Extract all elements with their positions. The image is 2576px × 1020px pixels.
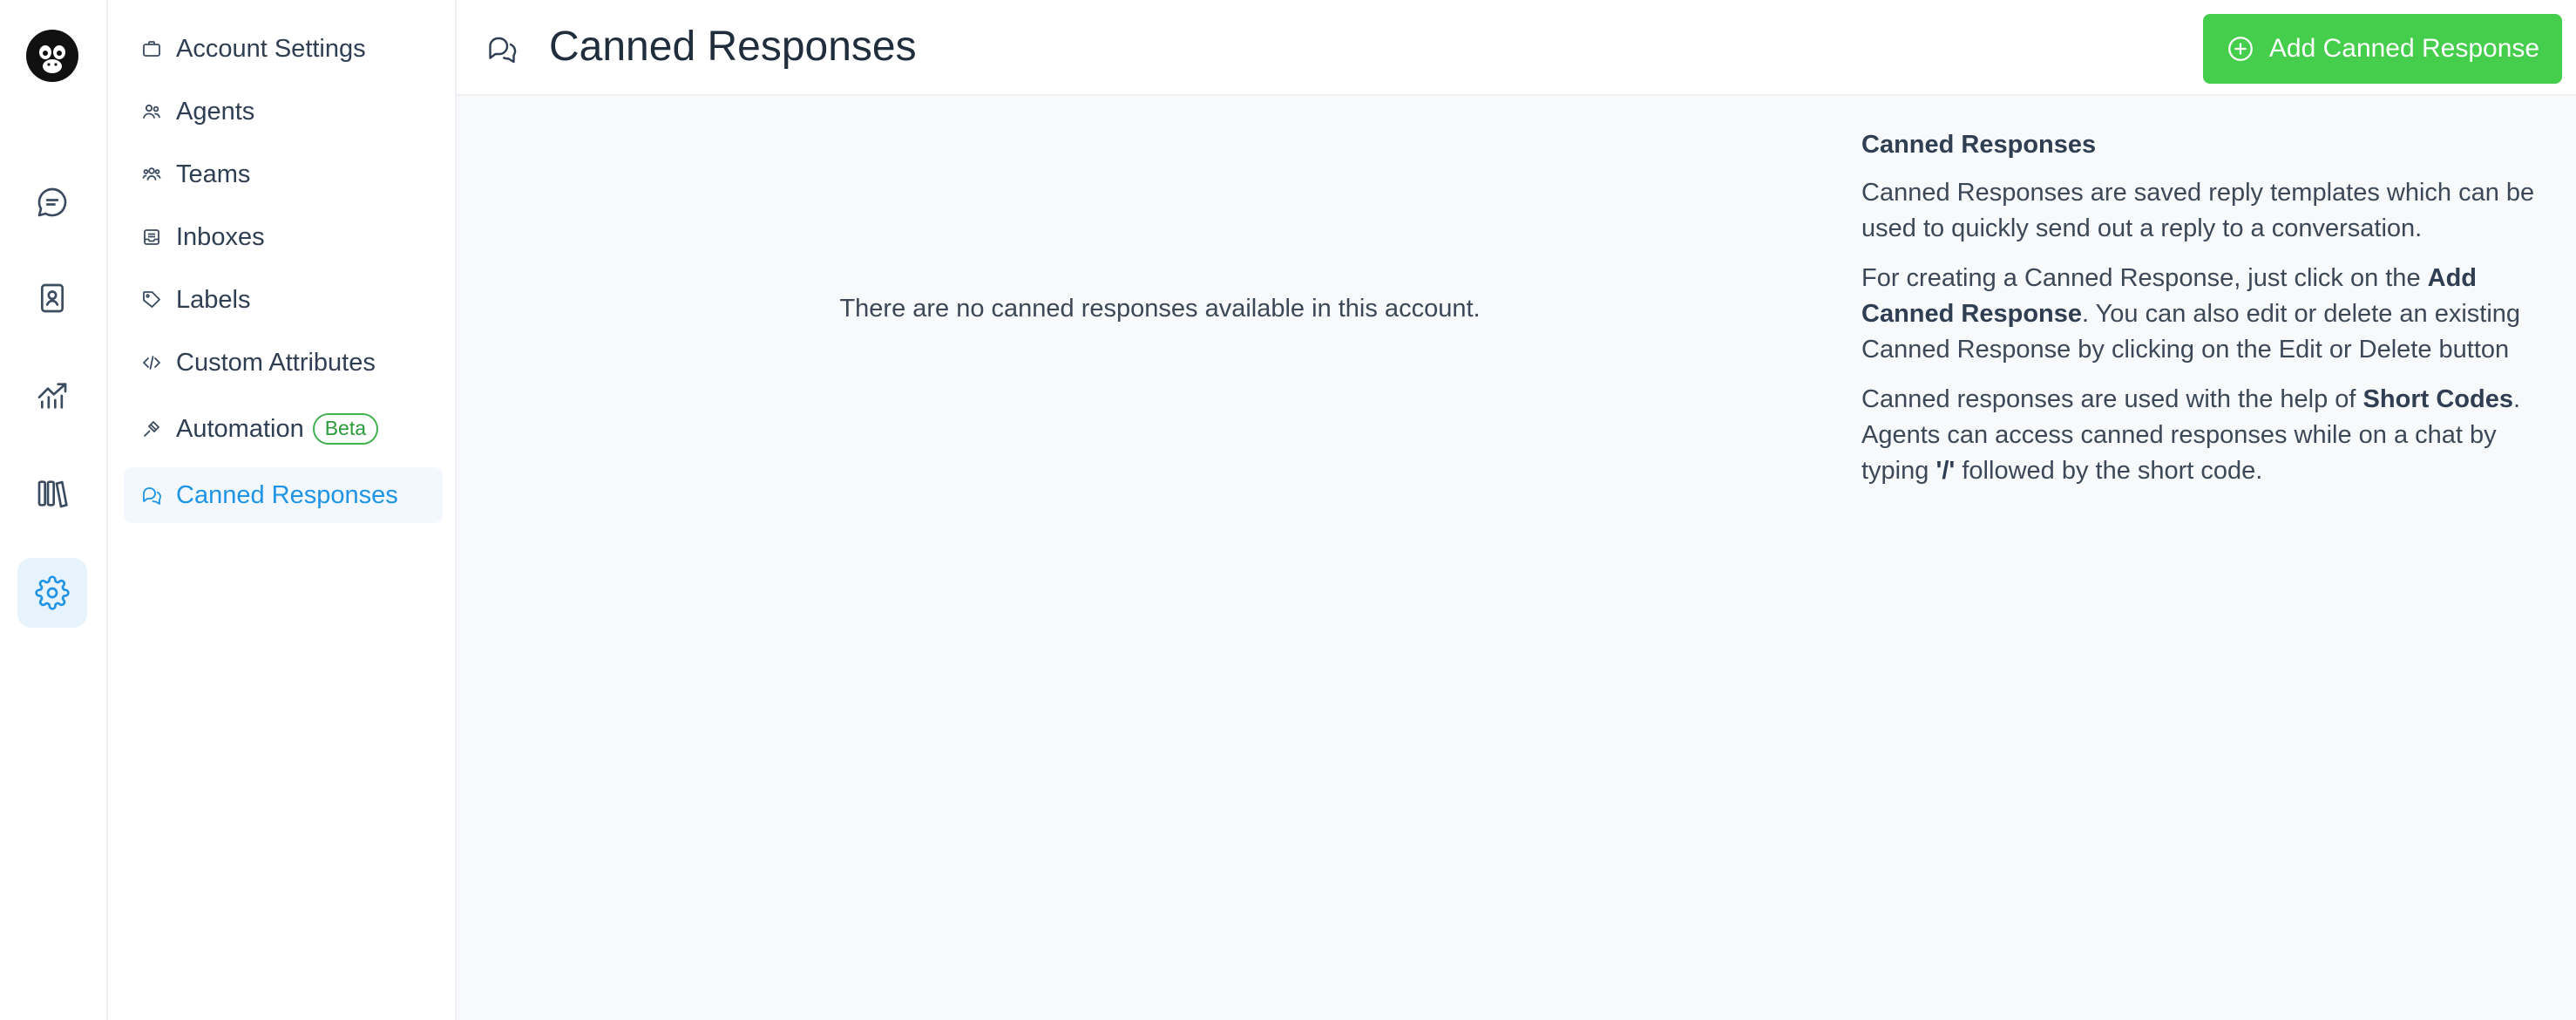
sidebar-item-custom-attributes[interactable]: Custom Attributes [124,335,443,391]
sidebar-item-label: Custom Attributes [176,348,376,377]
primary-nav-rail [0,0,108,1020]
sidebar-item-agents[interactable]: Agents [124,84,443,139]
help-text: For creating a Canned Response, just cli… [1861,264,2428,292]
page-title: Canned Responses [549,24,917,70]
sidebar-item-inboxes[interactable]: Inboxes [124,209,443,265]
sidebar-item-labels[interactable]: Labels [124,272,443,328]
people-icon [141,100,164,123]
conversations-icon[interactable] [17,167,87,237]
library-icon[interactable] [17,459,87,528]
briefcase-icon [141,37,164,60]
add-button-label: Add Canned Response [2268,34,2540,63]
plus-circle-icon [2227,37,2253,61]
chat-bubbles-icon [141,484,164,507]
help-title: Canned Responses [1861,131,2097,159]
empty-state-message: There are no canned responses available … [839,295,1481,323]
logo-icon[interactable] [26,30,78,82]
team-icon [141,163,164,186]
help-text: followed by the short code. [1955,457,2263,485]
inbox-icon [141,226,164,248]
help-bold-text: Short Codes [2362,385,2513,413]
main-content: There are no canned responses available … [457,96,2576,1020]
help-panel: Canned Responses Canned Responses are sa… [1861,127,2564,503]
sidebar-item-label: Teams [176,160,251,188]
help-paragraph-3: Canned responses are used with the help … [1861,382,2564,489]
automation-icon [141,418,164,440]
contacts-icon[interactable] [17,263,87,333]
chat-bubbles-icon [486,33,518,65]
sidebar-item-label: Canned Responses [176,480,398,509]
help-paragraph-1: Canned Responses are saved reply templat… [1861,179,2535,242]
reports-icon[interactable] [17,361,87,431]
tag-icon [141,289,164,311]
help-bold-text: '/' [1935,457,1956,485]
sidebar-item-label: Agents [176,97,255,126]
help-paragraph-2: For creating a Canned Response, just cli… [1861,261,2564,368]
sidebar-item-teams[interactable]: Teams [124,146,443,202]
settings-sidebar: Account Settings Agents Teams Inboxes La… [108,0,457,1020]
sidebar-item-label: Automation [176,414,304,443]
sidebar-item-canned-responses[interactable]: Canned Responses [124,467,443,523]
add-canned-response-button[interactable]: Add Canned Response [2203,14,2562,84]
code-icon [141,351,164,374]
app-root: Account Settings Agents Teams Inboxes La… [0,0,2576,1020]
sidebar-item-label: Inboxes [176,222,265,251]
sidebar-item-automation[interactable]: Automation Beta [124,401,443,457]
page-header: Canned Responses Add Canned Response [457,0,2576,96]
settings-icon[interactable] [17,558,87,628]
sidebar-item-label: Labels [176,285,251,314]
sidebar-item-account-settings[interactable]: Account Settings [124,21,443,77]
sidebar-item-label: Account Settings [176,34,366,63]
help-text: Canned responses are used with the help … [1861,385,2363,413]
beta-badge: Beta [312,413,379,445]
